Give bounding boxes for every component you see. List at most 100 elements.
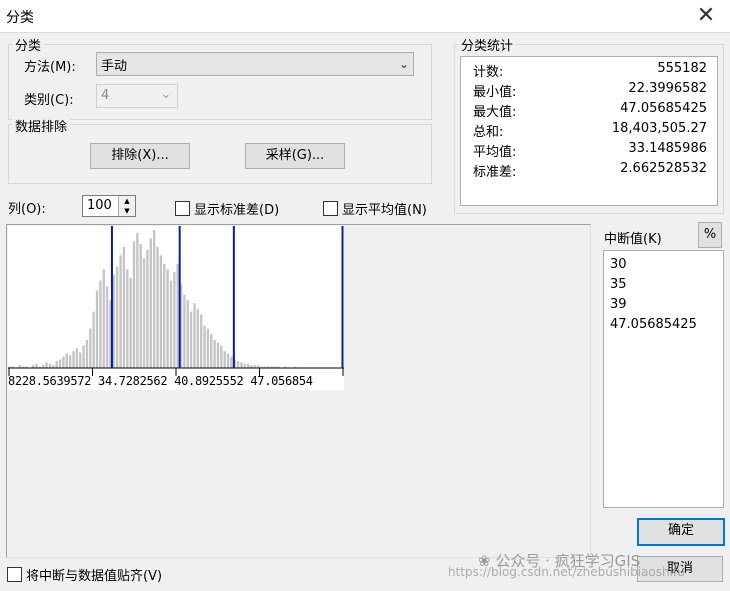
histogram-bar [223,351,226,368]
histogram-bar [186,300,189,368]
histogram-bar [213,339,216,368]
histogram-bar [226,353,230,368]
histogram-bar [35,363,38,368]
histogram-bar [139,244,142,368]
stat-min-label: 最小值: [473,85,517,100]
histogram-bar [142,258,146,368]
exclusion-group [8,124,432,184]
classes-label: 类别(C): [24,93,74,108]
stat-max-label: 最大值: [473,105,517,120]
break-values-list[interactable]: 30 35 39 47.05685425 [603,250,724,508]
stat-mean-value: 33.1485986 [628,141,707,156]
exclusion-group-label: 数据排除 [12,116,71,135]
spinner-arrows[interactable]: ▲ ▼ [118,196,135,216]
break-value-item[interactable]: 30 [610,257,627,272]
histogram-bar [216,342,220,368]
histogram-bar [112,275,116,368]
histogram-chart[interactable] [8,226,344,390]
columns-spinner[interactable]: 100 ▲ ▼ [82,195,136,217]
histogram-bar [159,255,163,368]
histogram-bar [136,232,139,368]
watermark-line2: https://blog.csdn.net/zhebushibiaoshifu [448,565,685,579]
method-value: 手动 [101,59,128,74]
histogram-bar [45,362,48,368]
histogram-bar [189,311,193,368]
histogram-bar [243,363,247,368]
stat-count-value: 555182 [657,61,707,76]
window-title: 分类 [6,10,34,26]
statistics-group-label: 分类统计 [458,35,517,54]
columns-value: 100 [87,198,112,213]
title-bar [0,0,730,33]
break-value-item[interactable]: 47.05685425 [610,317,697,332]
histogram-bar [152,230,156,368]
histogram-bar [58,359,62,368]
histogram-bar [210,334,213,368]
classes-dropdown[interactable]: 4 ⌄ [96,84,178,108]
stat-min-value: 22.3996582 [628,81,707,96]
histogram-bar [79,352,82,368]
ok-button[interactable]: 确定 [637,518,725,546]
histogram-bar [89,328,92,368]
histogram-bar [183,294,186,368]
exclude-button[interactable]: 排除(X)... [90,143,190,169]
histogram-bar [173,272,176,368]
histogram-bar [193,303,196,368]
histogram-bar [132,241,136,368]
statistics-box: 计数: 555182 最小值: 22.3996582 最大值: 47.05685… [460,56,718,206]
histogram-bar [48,363,52,368]
histogram-bar [116,266,119,368]
histogram-bar [82,345,85,368]
histogram-bar [105,286,109,368]
histogram-bar [240,362,243,368]
snap-label: 将中断与数据值贴齐(V) [26,569,163,584]
histogram-bar [68,355,72,368]
close-icon[interactable]: ✕ [692,2,720,30]
histogram-bar [166,269,169,368]
histogram-bar [92,311,95,368]
break-value-item[interactable]: 39 [610,297,627,312]
show-mean-checkbox[interactable] [323,201,338,216]
stat-std-value: 2.662528532 [620,161,707,176]
histogram-background [8,226,344,390]
stat-sum-label: 总和: [473,125,504,140]
histogram-bar [122,246,126,368]
break-value-item[interactable]: 35 [610,277,627,292]
up-arrow-icon[interactable]: ▲ [119,196,135,206]
show-std-label: 显示标准差(D) [194,203,280,218]
histogram-axis-labels: 8228.5639572 34.7282562 40.8925552 47.05… [8,374,313,388]
histogram-bar [62,356,65,368]
histogram-bar [169,280,173,368]
columns-label: 列(O): [8,202,46,217]
percent-button[interactable]: % [698,222,722,248]
histogram-bar [200,314,203,368]
histogram-bar [75,348,79,368]
down-arrow-icon[interactable]: ▼ [119,206,135,216]
stat-max-value: 47.05685425 [620,101,707,116]
histogram-bar [156,246,159,368]
histogram-bar [163,263,166,368]
show-std-checkbox[interactable] [175,201,190,216]
histogram-bar [65,353,68,368]
histogram-bar [203,325,206,368]
histogram-bar [126,269,129,368]
method-label: 方法(M): [24,60,76,75]
method-dropdown[interactable]: 手动 ⌄ [96,52,414,76]
classes-value: 4 [101,88,110,103]
stat-std-label: 标准差: [473,165,517,180]
histogram-bar [146,249,149,368]
histogram-bar [176,263,179,368]
histogram-bar [119,255,122,368]
histogram-bar [196,308,200,368]
histogram-bar [247,363,250,368]
histogram-bar [95,290,99,368]
sample-button[interactable]: 采样(G)... [245,143,345,169]
snap-checkbox[interactable] [7,567,22,582]
histogram-bar [99,280,102,368]
stat-mean-label: 平均值: [473,145,517,160]
histogram-bar [72,351,75,368]
show-mean-label: 显示平均值(N) [342,203,427,218]
histogram-bar [149,238,152,368]
histogram-bar [85,339,89,368]
histogram-bar [206,328,210,368]
